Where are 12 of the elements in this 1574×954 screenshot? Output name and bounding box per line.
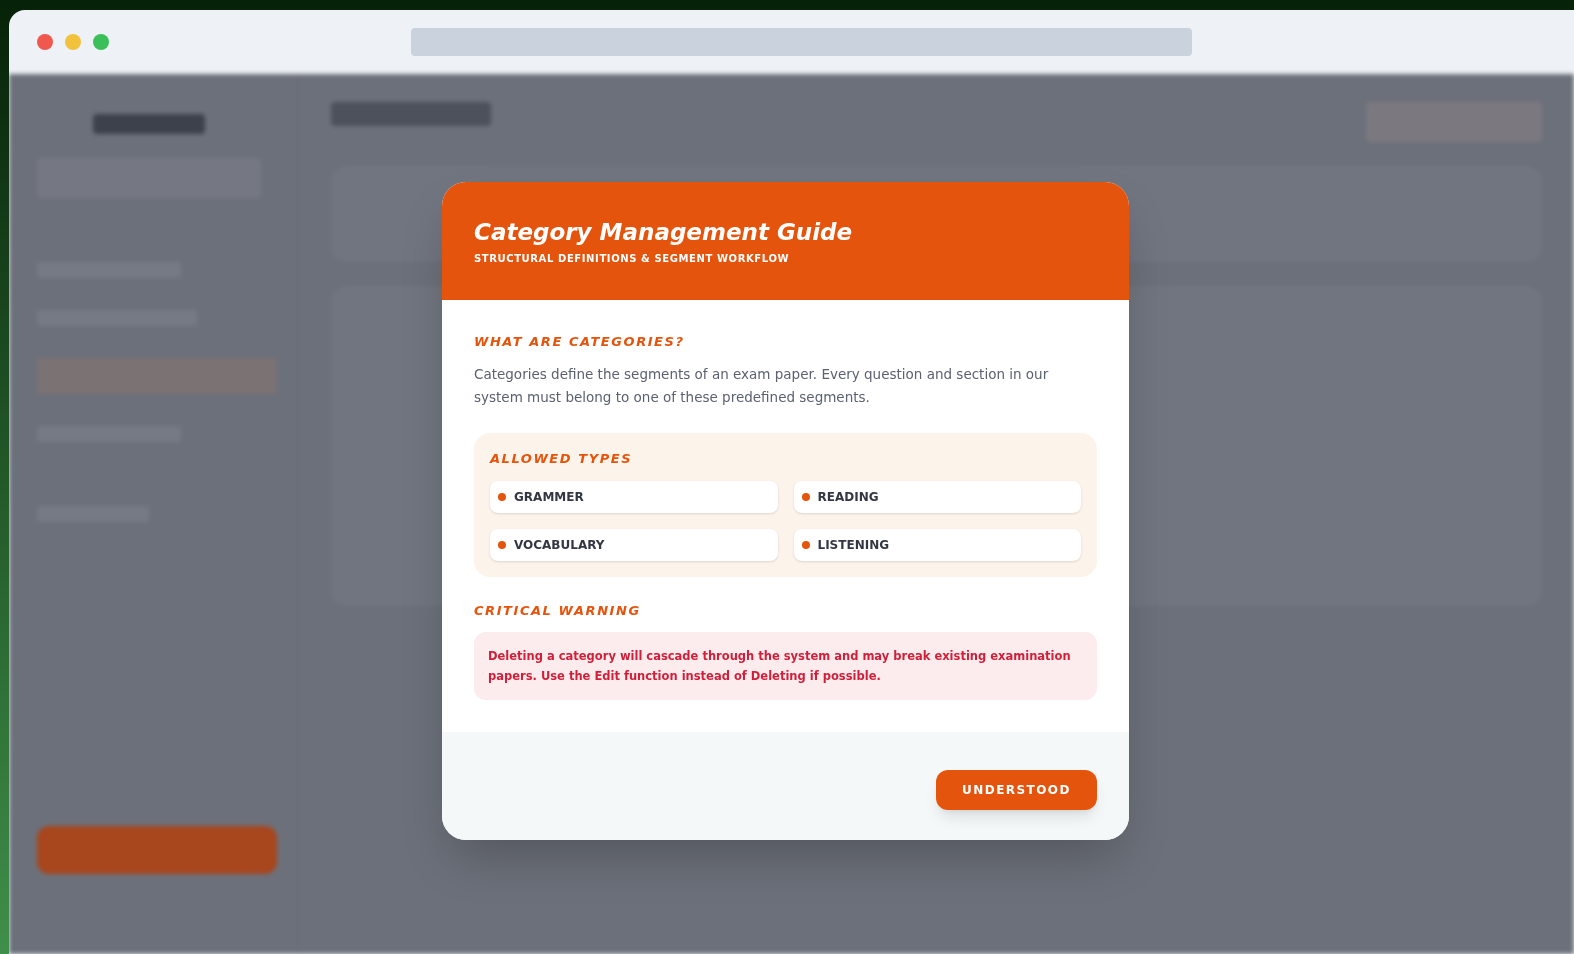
understood-button[interactable]: UNDERSTOOD <box>936 770 1097 811</box>
dialog-title: Category Management Guide <box>474 217 854 247</box>
section-heading: WHAT ARE CATEGORIES? <box>474 332 686 351</box>
type-label: LISTENING <box>817 536 890 554</box>
section-heading: ALLOWED TYPES <box>490 450 634 469</box>
type-label: VOCABULARY <box>514 536 605 554</box>
dialog-subtitle: STRUCTURAL DEFINITIONS & SEGMENT WORKFLOW <box>474 251 791 266</box>
type-label: GRAMMER <box>514 488 584 506</box>
section-heading: CRITICAL WARNING <box>474 601 642 620</box>
warning-text: Deleting a category will cascade through the system and may break existing examination papers. Use the Edit function instead of Deleting if possible. <box>488 648 1072 686</box>
intro-paragraph: Categories define the segments of an exam paper. Every question and section in our system must belong to one of these predefined segments. <box>474 365 1050 408</box>
type-label: READING <box>817 488 879 506</box>
